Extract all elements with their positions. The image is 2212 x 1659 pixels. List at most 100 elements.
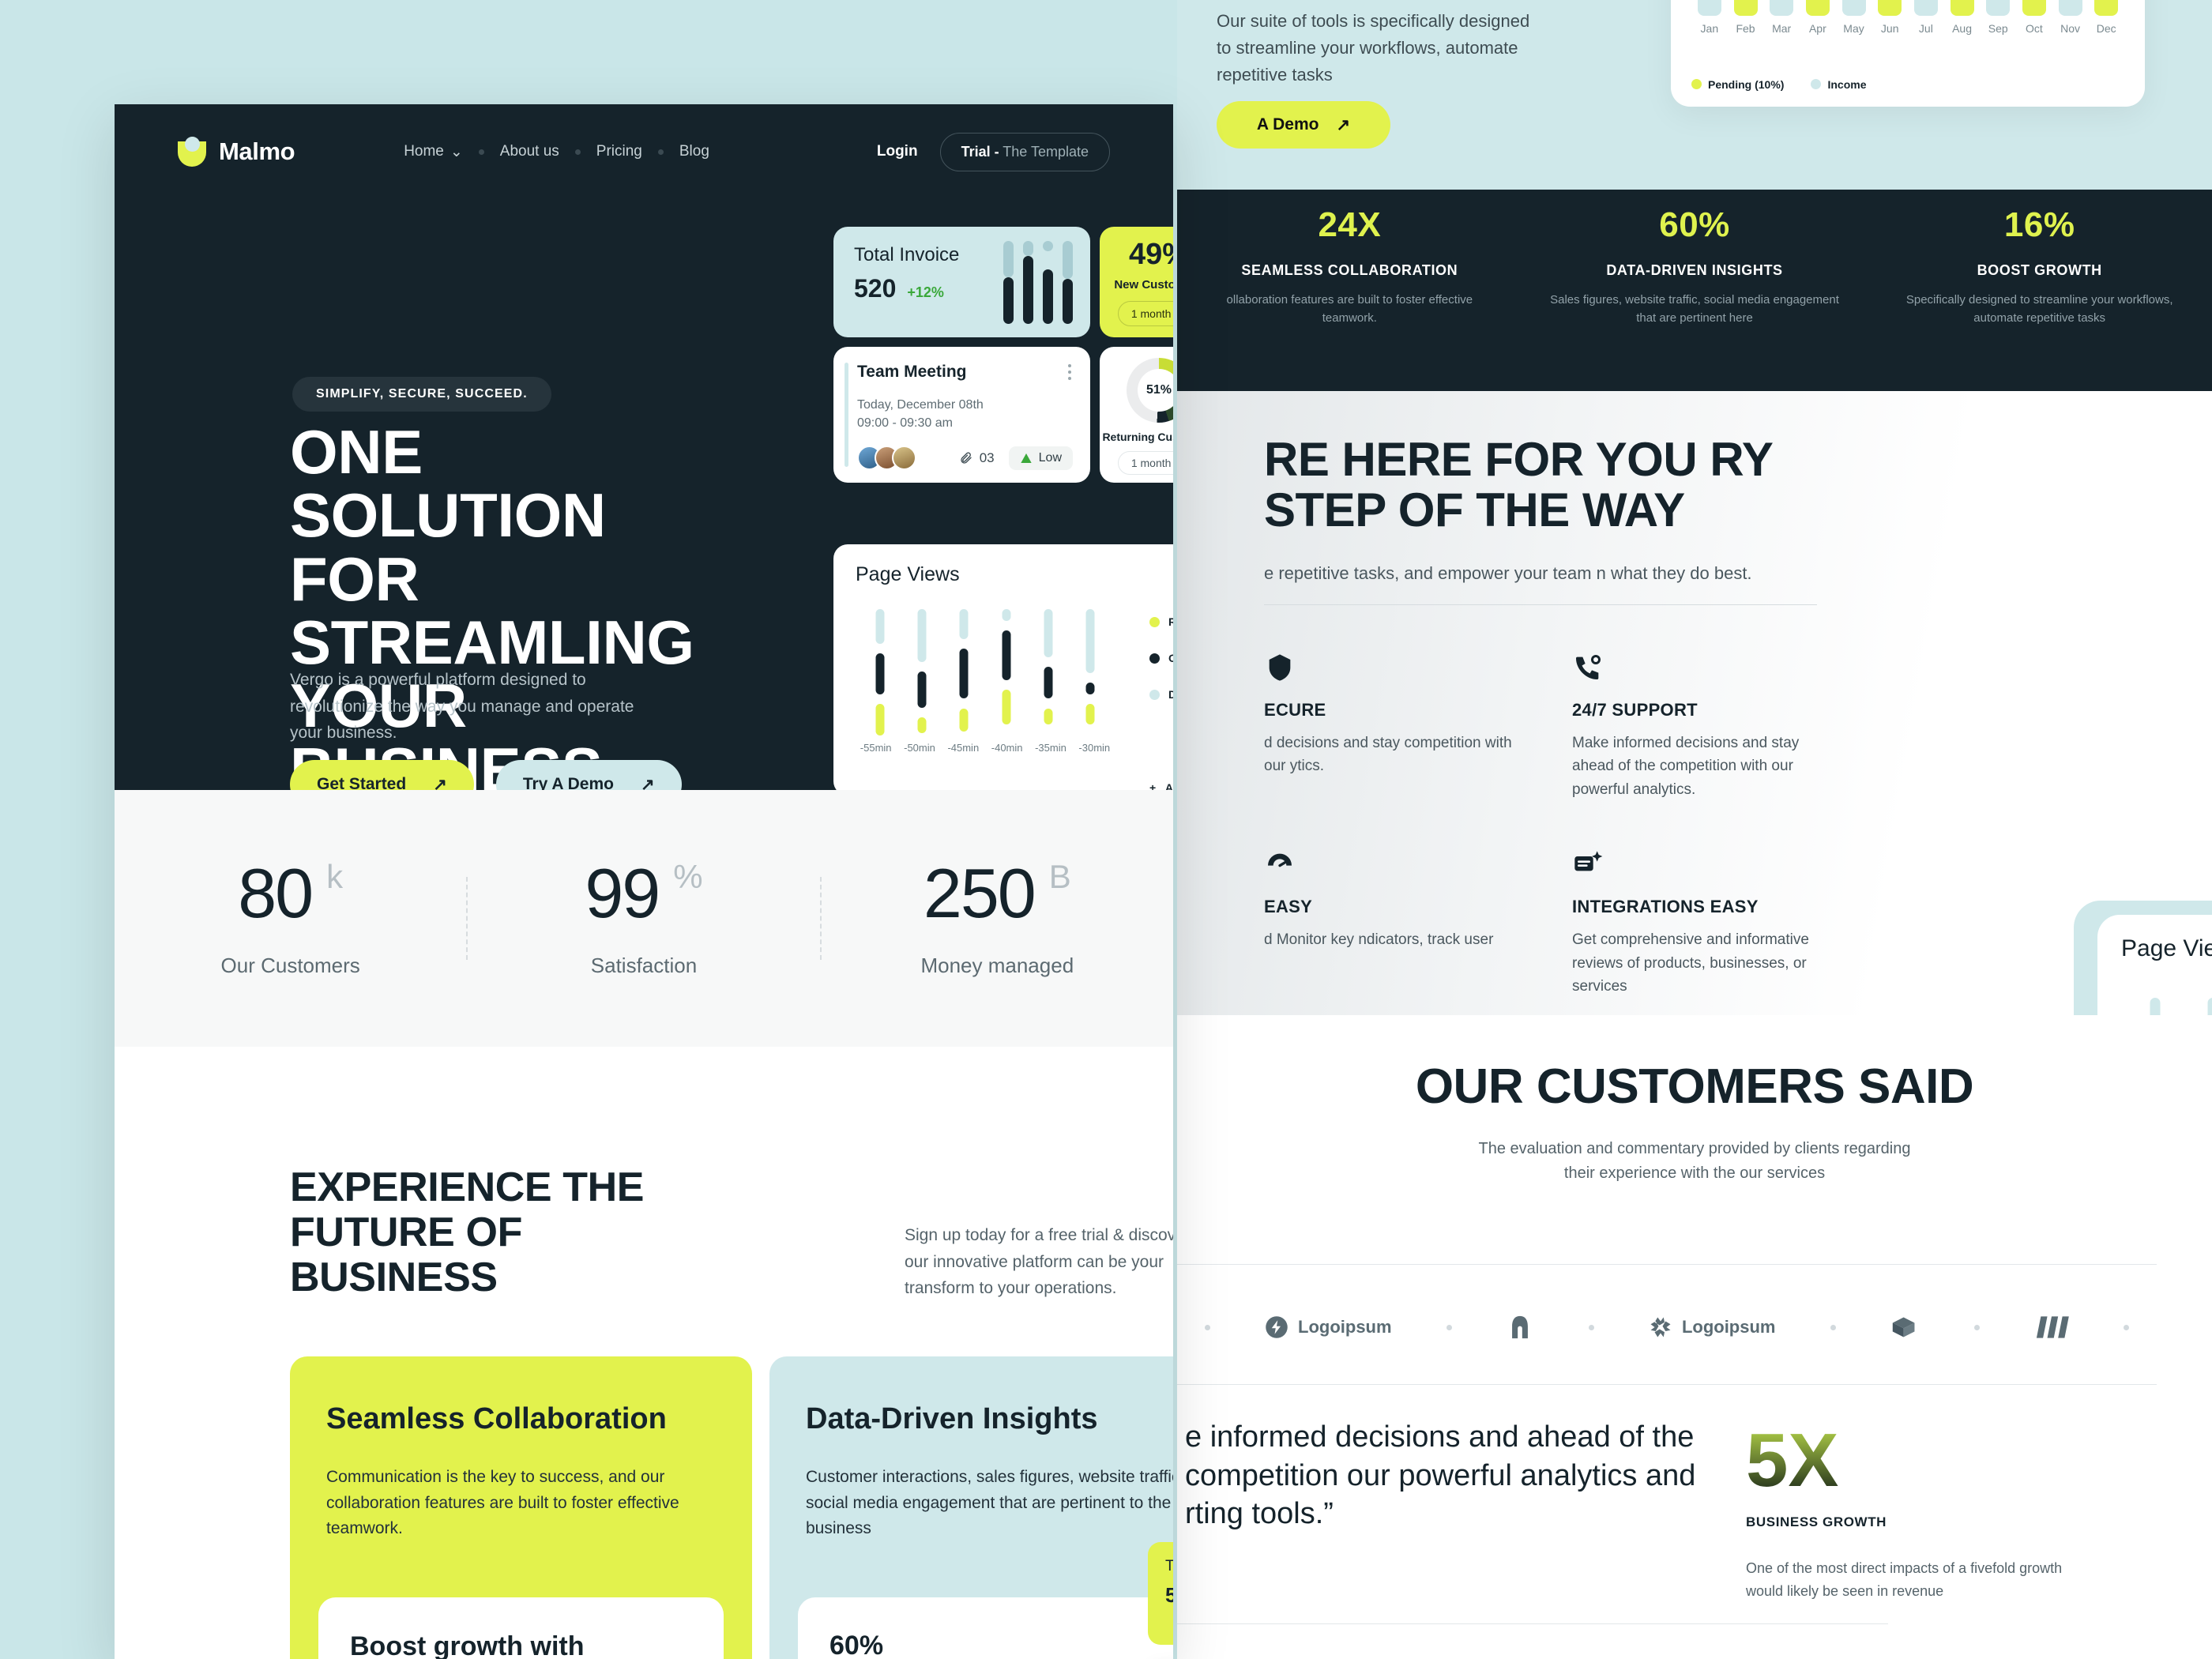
yearly-chart-legend: Pending (10%) Income xyxy=(1691,78,1866,91)
page-views-column xyxy=(901,609,942,735)
mini-invoice-card: Total Inv 520 +12 xyxy=(1148,1542,1173,1645)
hero-eyebrow-badge: SIMPLIFY, SECURE, SUCCEED. xyxy=(292,377,551,412)
page-views-tick: -40min xyxy=(991,742,1023,754)
page-views-tick: -35min xyxy=(1035,742,1066,754)
growth-description: One of the most direct impacts of a five… xyxy=(1746,1560,2063,1599)
total-invoice-value: 520 xyxy=(854,274,897,303)
inner-title-1: Boost growth with efficient sales proces… xyxy=(350,1631,585,1659)
right-mid-section: RE HERE FOR YOU RY STEP OF THE WAY e rep… xyxy=(1177,391,2212,1406)
arch-mark-icon xyxy=(1512,1315,1529,1339)
nav-item-about[interactable]: About us xyxy=(484,143,575,160)
page-views-x-axis-left: -55min -50min -45min -40min -35min -30min xyxy=(854,742,1116,754)
yearly-bar-label: Dec xyxy=(2096,22,2116,35)
trial-button[interactable]: Trial - The Template xyxy=(939,132,1110,171)
page-views-column xyxy=(1027,609,1069,735)
client-logo-1: Logoipsum xyxy=(1265,1315,1392,1339)
feature-card-title-2: Data-Driven Insights xyxy=(806,1402,1098,1435)
legend-item-pending: Pending (10%) xyxy=(1691,78,1784,91)
page-views-column xyxy=(1070,609,1112,735)
meeting-more-icon[interactable] xyxy=(1068,364,1071,380)
slashes-mark-icon xyxy=(2036,1316,2069,1338)
yearly-bar-column: Dec xyxy=(2088,0,2124,35)
yearly-bar-label: Apr xyxy=(1808,22,1826,35)
mid-subheading: e repetitive tasks, and empower your tea… xyxy=(1264,563,1752,584)
feature-card-insights: Data-Driven Insights Customer interactio… xyxy=(769,1356,1173,1659)
page-views-segment xyxy=(875,653,885,694)
right-stat-description: Sales figures, website traffic, social m… xyxy=(1550,293,1839,325)
page-views-title-left: Page Views xyxy=(856,563,960,585)
returning-customers-card: 51% Returning Customers 1 month ⌄ xyxy=(1100,347,1173,483)
testimonials-heading: OUR CUSTOMERS SAID xyxy=(1415,1059,1974,1114)
right-stat-item: 60% DATA-DRIVEN INSIGHTS Sales figures, we… xyxy=(1522,205,1868,327)
page-views-segment xyxy=(1044,609,1053,657)
right-stat-number: 60% xyxy=(1659,205,1730,244)
meeting-avatars xyxy=(857,446,916,470)
yearly-bar-column: Mar xyxy=(1763,0,1800,35)
cube-mark-icon xyxy=(1892,1317,1915,1337)
page-views-column xyxy=(943,609,985,735)
new-customers-label: New Customers xyxy=(1114,278,1173,292)
shield-icon xyxy=(1264,654,1296,687)
clover-mark-icon xyxy=(1650,1317,1671,1337)
meeting-accent-bar xyxy=(845,363,848,467)
right-feature-item: INTEGRATIONS EASY Get comprehensive and i… xyxy=(1572,848,1833,998)
yearly-bar-label: Sep xyxy=(1988,22,2008,35)
client-logo-strip: Logoipsum Logoipsum xyxy=(1177,1288,2157,1367)
feature-card-inner-2: 60% Data-Driven Insights xyxy=(798,1597,1173,1659)
yearly-bar-column: Nov xyxy=(2052,0,2089,35)
login-link[interactable]: Login xyxy=(877,143,918,160)
mid-heading: RE HERE FOR YOU RY STEP OF THE WAY xyxy=(1264,433,1773,536)
yearly-bar-column: Apr xyxy=(1800,0,1836,35)
right-stat-caption: BOOST GROWTH xyxy=(1977,262,2102,278)
page-views-column xyxy=(985,609,1027,735)
page-views-segment xyxy=(1002,630,1011,681)
brand-logo[interactable]: Malmo xyxy=(178,137,295,167)
returning-customers-label: Returning Customers xyxy=(1102,431,1173,443)
yearly-bar-label: Aug xyxy=(1952,22,1972,35)
invoice-spark-stick xyxy=(1063,241,1073,324)
returning-customers-range-select[interactable]: 1 month ⌄ xyxy=(1118,451,1173,475)
page-views-segment xyxy=(1044,666,1053,699)
nav-item-pricing[interactable]: Pricing xyxy=(581,143,658,160)
right-feature-body: Get comprehensive and informative review… xyxy=(1572,931,1809,995)
right-stat-description: ollaboration features are built to foste… xyxy=(1226,293,1473,325)
growth-stat-block: 5X BUSINESS GROWTH One of the most direc… xyxy=(1746,1418,2078,1603)
page-views-tick: -30min xyxy=(1078,742,1111,754)
meeting-priority-badge: Low xyxy=(1008,446,1073,470)
trial-button-rest: The Template xyxy=(1003,143,1089,160)
page-views-legend-left: REFERRAL ORGANIC SEARCH DIRECT xyxy=(1149,615,1173,724)
page-views-title-right: Page Views xyxy=(2121,935,2212,961)
future-subheading: Sign up today for a free trial & discove… xyxy=(905,1226,1173,1298)
yearly-bar-label: Jun xyxy=(1880,22,1899,35)
new-customers-range-select[interactable]: 1 month ⌄ xyxy=(1118,301,1173,326)
yearly-bar-label: Jan xyxy=(1700,22,1719,35)
quote-divider xyxy=(1177,1623,1888,1624)
invoice-spark-stick xyxy=(1043,241,1053,324)
mid-divider xyxy=(1264,604,1817,605)
client-logo-5 xyxy=(2034,1315,2069,1339)
nav-separator-dot xyxy=(574,149,581,155)
right-stat-number: 16% xyxy=(2003,205,2075,244)
client-logo-3: Logoipsum xyxy=(1649,1315,1775,1339)
right-stat-description: Specifically designed to streamline your… xyxy=(1905,293,2173,325)
page-views-tick: -50min xyxy=(904,742,935,754)
future-section: EXPERIENCE THE FUTURE OF BUSINESS Sign u… xyxy=(115,1047,1173,1659)
left-composition: Malmo Home ⌄ About us Pricing Blog Login… xyxy=(115,104,1173,1659)
meeting-date: Today, December 08th xyxy=(857,398,984,412)
nav-actions: Login Trial - The Template xyxy=(877,132,1110,171)
page-views-segment xyxy=(917,717,927,734)
yearly-bar-column: Oct xyxy=(2016,0,2052,35)
legend-direct-left: DIRECT xyxy=(1149,688,1173,701)
stat-money: 250 B Money managed xyxy=(920,854,1074,977)
right-try-demo-label: A Demo xyxy=(1256,115,1319,134)
nav-item-home[interactable]: Home ⌄ xyxy=(388,143,479,161)
nav-separator-dot xyxy=(478,149,484,155)
nav-item-blog[interactable]: Blog xyxy=(664,143,725,160)
invoice-spark-stick xyxy=(1023,241,1033,324)
right-try-demo-button[interactable]: A Demo ↗ xyxy=(1217,101,1390,149)
avatar xyxy=(892,446,916,470)
client-logo-4 xyxy=(1890,1314,1919,1341)
right-stat-caption: DATA-DRIVEN INSIGHTS xyxy=(1606,262,1783,278)
page-views-segment xyxy=(959,648,969,699)
logo-separator-dot xyxy=(2124,1324,2130,1330)
